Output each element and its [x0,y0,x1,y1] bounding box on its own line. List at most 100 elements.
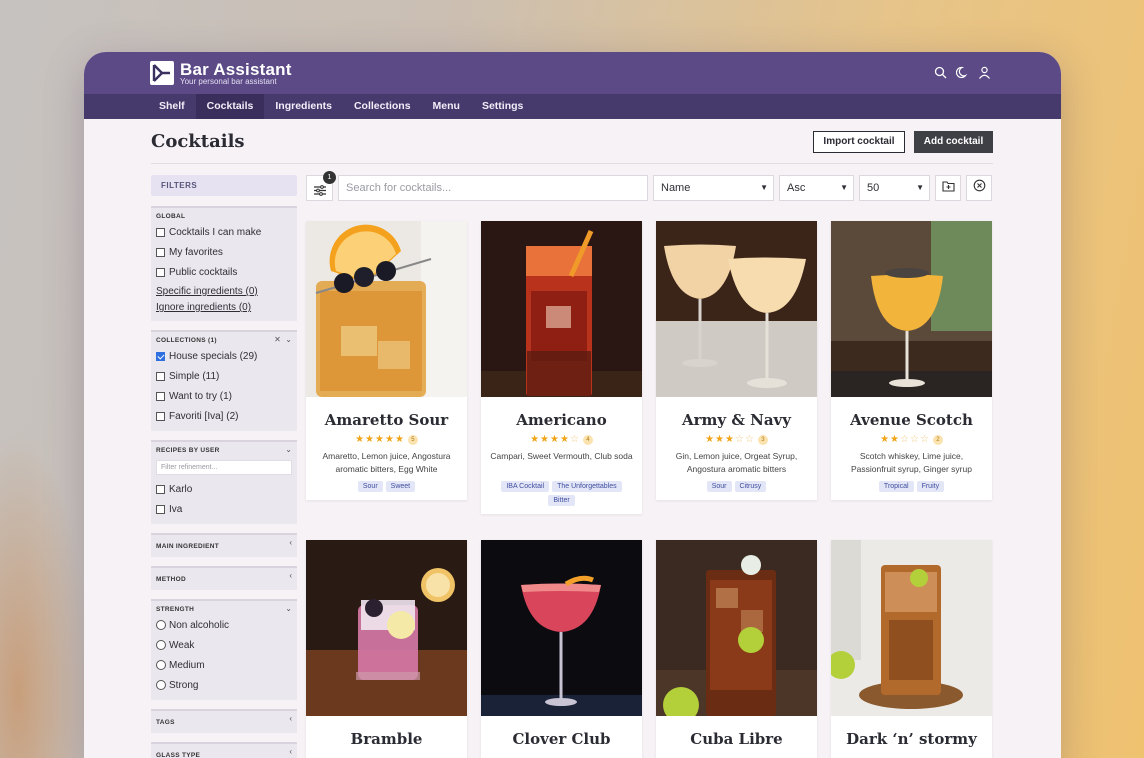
filter-option[interactable]: Karlo [156,479,292,499]
filter-group-title: COLLECTIONS (1) [156,337,217,344]
nav-collections[interactable]: Collections [343,94,422,119]
refinement-filter-input[interactable]: Filter refinement... [156,460,292,475]
checkbox[interactable] [156,351,165,361]
checkbox[interactable] [156,391,165,401]
rating-count: 2 [932,435,943,445]
checkbox[interactable] [156,504,165,514]
cocktail-card-dark-n-stormy[interactable]: Dark ‘n’ stormy [831,540,992,758]
filter-option[interactable]: Cocktails I can make [156,222,292,242]
tag[interactable]: The Unforgettables [552,481,622,492]
cocktail-card-amaretto-sour[interactable]: Amaretto Sour ★ ★ ★ ★ ★ 5 Amaretto, Lemon ju… [306,221,467,500]
search-icon[interactable] [934,66,947,79]
filter-group-main-ingredient[interactable]: MAIN INGREDIENT ‹ [151,533,297,557]
radio[interactable] [156,620,166,630]
sort-field-select[interactable]: Name ▼ [653,175,774,201]
nav-settings[interactable]: Settings [471,94,534,119]
cocktail-card-army-navy[interactable]: Army & Navy ★ ★ ★ ☆ ☆ 3 Gin, Lemon juice, Or… [656,221,817,500]
bar-assistant-logo-icon[interactable] [150,61,174,85]
cocktail-card-cuba-libre[interactable]: Cuba Libre [656,540,817,758]
per-page-select[interactable]: 50 ▼ [859,175,930,201]
background-shade [0,430,90,758]
cocktail-name: Cuba Libre [690,730,783,748]
filter-option[interactable]: Iva [156,499,292,519]
cocktail-name: Army & Navy [682,411,791,429]
cocktail-name: Clover Club [512,730,611,748]
filter-option[interactable]: Medium [156,655,292,675]
user-icon[interactable] [978,66,991,79]
rating-stars: ★ ★ ★ ★ ☆ 4 [487,434,636,446]
cocktail-image [481,221,642,397]
filter-option[interactable]: Favoriti [Iva] (2) [156,406,292,426]
filter-group-method[interactable]: METHOD ‹ [151,566,297,590]
cocktail-toolbar: 1 Search for cocktails... Name ▼ Asc ▼ 5… [306,171,993,201]
sort-field-value: Name [661,182,691,194]
page-title: Cocktails [151,131,245,152]
filter-option[interactable]: Strong [156,675,292,695]
tag[interactable]: Fruity [916,481,945,492]
per-page-value: 50 [867,182,880,194]
radio[interactable] [156,680,166,690]
nav-cocktails[interactable]: Cocktails [195,94,265,119]
chevron-left-icon[interactable]: ‹ [289,538,292,547]
moon-icon[interactable] [955,66,969,79]
star-icon: ★ [725,434,734,445]
nav-shelf[interactable]: Shelf [148,94,196,119]
checkbox[interactable] [156,411,165,421]
nav-ingredients[interactable]: Ingredients [264,94,343,119]
close-icon[interactable]: ✕ [274,335,281,344]
cocktail-card-clover-club[interactable]: Clover Club [481,540,642,758]
chevron-left-icon[interactable]: ‹ [289,571,292,580]
checkbox[interactable] [156,247,165,257]
filter-option[interactable]: House specials (29) [156,346,292,366]
filter-group-title: STRENGTH [156,606,195,613]
filter-group-glass-type[interactable]: GLASS TYPE ‹ [151,742,297,758]
tag[interactable]: Sour [706,481,732,492]
filter-option[interactable]: My favorites [156,242,292,262]
cocktail-card-body: Bramble [306,716,467,758]
star-empty-icon: ☆ [744,434,754,445]
chevron-down-icon[interactable]: ⌄ [285,604,292,613]
cocktail-search-input[interactable]: Search for cocktails... [338,175,648,201]
chevron-left-icon[interactable]: ‹ [289,747,292,756]
checkbox[interactable] [156,227,165,237]
checkbox[interactable] [156,484,165,494]
filter-option-label: Iva [169,503,183,515]
ignore-ingredients-link[interactable]: Ignore ingredients (0) [156,300,292,316]
add-cocktail-button[interactable]: Add cocktail [914,131,993,153]
star-empty-icon: ☆ [734,434,744,445]
tag[interactable]: Citrusy [734,481,767,492]
checkbox[interactable] [156,267,165,277]
filter-option[interactable]: Want to try (1) [156,386,292,406]
filter-option[interactable]: Simple (11) [156,366,292,386]
filter-option[interactable]: Non alcoholic [156,615,292,635]
filter-group-tags[interactable]: TAGS ‹ [151,709,297,733]
cocktail-card-avenue-scotch[interactable]: Avenue Scotch ★ ★ ☆ ☆ ☆ 2 Scotch whiskey, Li… [831,221,992,500]
filter-option[interactable]: Public cocktails [156,262,292,282]
radio[interactable] [156,660,166,670]
cocktail-card-bramble[interactable]: Bramble [306,540,467,758]
filter-option[interactable]: Weak [156,635,292,655]
chevron-left-icon[interactable]: ‹ [289,714,292,723]
filter-option-label: House specials (29) [169,350,258,362]
chevron-down-icon[interactable]: ⌄ [285,335,292,344]
tag[interactable]: Tropical [878,481,914,492]
clear-filters-button[interactable] [966,175,992,201]
cocktail-name: Americano [516,411,607,429]
tag[interactable]: IBA Cocktail [501,481,550,492]
star-icon: ★ [530,434,540,445]
sort-direction-select[interactable]: Asc ▼ [779,175,854,201]
specific-ingredients-link[interactable]: Specific ingredients (0) [156,284,292,300]
tag[interactable]: Sour [357,481,383,492]
cocktail-tags: IBA Cocktail The Unforgettables Bitter [487,481,636,506]
checkbox[interactable] [156,371,165,381]
filter-toggle-button[interactable]: 1 [306,171,336,201]
tag[interactable]: Sweet [385,481,416,492]
cocktail-tags: Sour Sweet [312,481,461,492]
add-to-collection-button[interactable] [935,175,961,201]
radio[interactable] [156,640,166,650]
tag[interactable]: Bitter [548,495,575,506]
import-cocktail-button[interactable]: Import cocktail [813,131,905,153]
nav-menu[interactable]: Menu [422,94,471,119]
chevron-down-icon[interactable]: ⌄ [285,445,292,454]
cocktail-card-americano[interactable]: Americano ★ ★ ★ ★ ☆ 4 Campari, Sweet Vermout… [481,221,642,514]
